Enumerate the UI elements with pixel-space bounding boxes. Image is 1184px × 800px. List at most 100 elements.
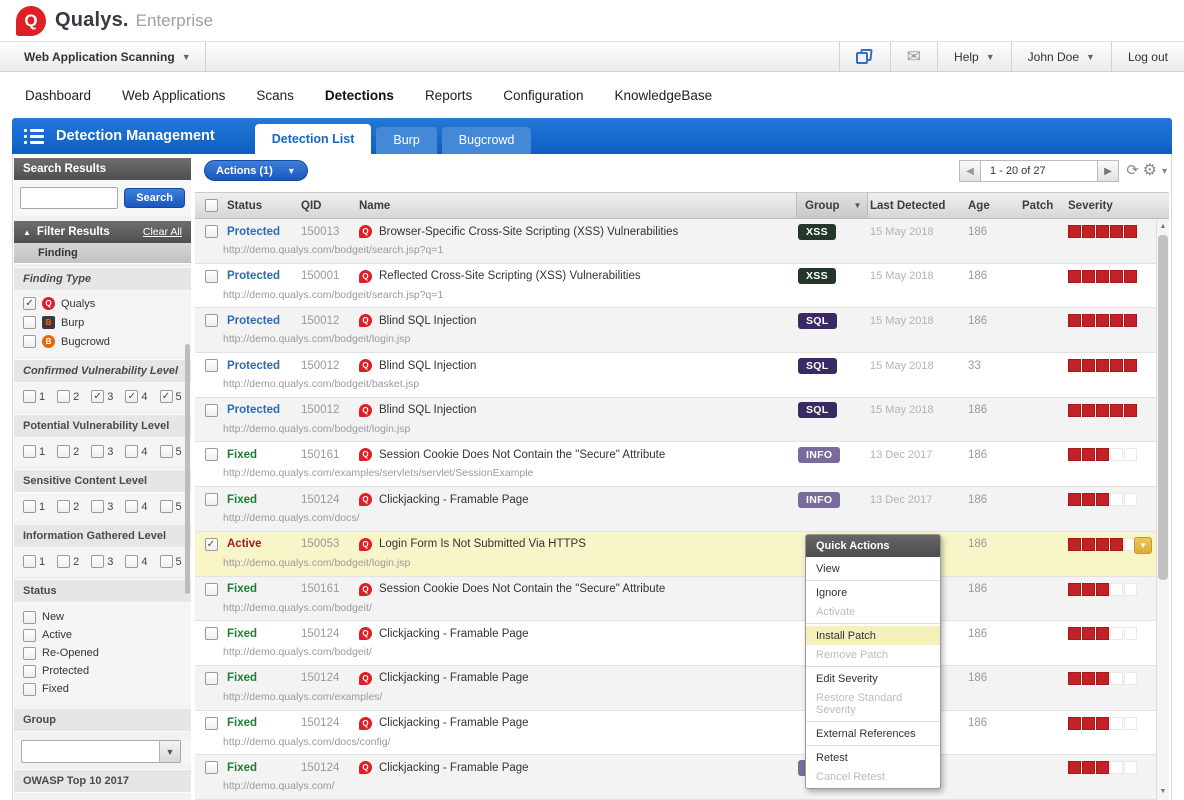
checkbox-level-1[interactable] xyxy=(23,500,36,513)
nav-item-dashboard[interactable]: Dashboard xyxy=(25,88,91,103)
group-select[interactable]: ▼ xyxy=(21,740,181,763)
col-age[interactable]: Age xyxy=(966,200,1020,212)
table-row[interactable]: Fixed150124QClickjacking - Framable Page… xyxy=(195,755,1156,800)
checkbox-level-5[interactable] xyxy=(160,445,173,458)
col-status[interactable]: Status xyxy=(225,200,299,212)
checkbox-level-2[interactable] xyxy=(57,555,70,568)
table-row[interactable]: Fixed150161QSession Cookie Does Not Cont… xyxy=(195,577,1156,622)
checkbox-level-2[interactable] xyxy=(57,500,70,513)
table-row[interactable]: Fixed150161QSession Cookie Does Not Cont… xyxy=(195,442,1156,487)
checkbox-fixed[interactable] xyxy=(23,683,36,696)
col-patch[interactable]: Patch xyxy=(1020,200,1066,212)
tab-burp[interactable]: Burp xyxy=(376,127,436,154)
search-button[interactable]: Search xyxy=(124,188,185,208)
refresh-icon[interactable]: ⟳ xyxy=(1126,161,1139,181)
apps-switcher-button[interactable] xyxy=(839,42,890,71)
scroll-up-icon[interactable]: ▲ xyxy=(1157,219,1169,233)
next-page-button[interactable]: ▶ xyxy=(1097,160,1119,182)
checkbox-new[interactable] xyxy=(23,611,36,624)
checkbox-protected[interactable] xyxy=(23,665,36,678)
gear-icon[interactable]: ⚙ xyxy=(1143,161,1157,181)
checkbox-level-5[interactable] xyxy=(160,555,173,568)
col-name[interactable]: Name xyxy=(357,200,796,212)
row-checkbox[interactable] xyxy=(205,404,218,417)
row-name[interactable]: Login Form Is Not Submitted Via HTTPS xyxy=(379,538,586,550)
checkbox-level-1[interactable] xyxy=(23,555,36,568)
checkbox-level-1[interactable] xyxy=(23,390,36,403)
prev-page-button[interactable]: ◀ xyxy=(959,160,981,182)
checkbox-level-5[interactable] xyxy=(160,390,173,403)
chevron-down-icon[interactable]: ▼ xyxy=(1160,161,1169,181)
nav-item-scans[interactable]: Scans xyxy=(256,88,294,103)
sidebar-scrollbar-thumb[interactable] xyxy=(185,344,190,594)
table-scrollbar[interactable]: ▲ ▼ xyxy=(1156,219,1169,800)
row-checkbox[interactable] xyxy=(205,761,218,774)
row-checkbox[interactable] xyxy=(205,627,218,640)
scroll-down-icon[interactable]: ▼ xyxy=(1157,784,1169,798)
checkbox-burp[interactable] xyxy=(23,316,36,329)
select-all-checkbox[interactable] xyxy=(205,199,218,212)
row-checkbox[interactable] xyxy=(205,270,218,283)
row-checkbox[interactable] xyxy=(205,359,218,372)
checkbox-level-4[interactable] xyxy=(125,445,138,458)
nav-item-knowledgebase[interactable]: KnowledgeBase xyxy=(615,88,713,103)
checkbox-re-opened[interactable] xyxy=(23,647,36,660)
row-name[interactable]: Blind SQL Injection xyxy=(379,404,476,416)
scrollbar-thumb[interactable] xyxy=(1158,235,1168,580)
menu-item-install-patch[interactable]: Install Patch xyxy=(806,626,940,645)
table-row[interactable]: Fixed150124QClickjacking - Framable Page… xyxy=(195,711,1156,756)
table-row[interactable]: Fixed150124QClickjacking - Framable Page… xyxy=(195,666,1156,711)
row-name[interactable]: Clickjacking - Framable Page xyxy=(379,494,529,506)
nav-item-configuration[interactable]: Configuration xyxy=(503,88,583,103)
table-row[interactable]: Protected150012QBlind SQL InjectionSQL15… xyxy=(195,398,1156,443)
clear-all-link[interactable]: Clear All xyxy=(143,226,182,238)
tab-detection-list[interactable]: Detection List xyxy=(255,124,372,154)
menu-item-edit-severity[interactable]: Edit Severity xyxy=(806,669,940,688)
row-name[interactable]: Clickjacking - Framable Page xyxy=(379,717,529,729)
nav-item-detections[interactable]: Detections xyxy=(325,88,394,103)
menu-item-retest[interactable]: Retest xyxy=(806,748,940,767)
actions-button[interactable]: Actions (1) ▼ xyxy=(204,160,308,181)
col-qid[interactable]: QID xyxy=(299,200,357,212)
checkbox-level-3[interactable] xyxy=(91,500,104,513)
table-row[interactable]: Active150053QLogin Form Is Not Submitted… xyxy=(195,532,1156,577)
tab-bugcrowd[interactable]: Bugcrowd xyxy=(442,127,532,154)
row-checkbox[interactable] xyxy=(205,225,218,238)
checkbox-bugcrowd[interactable] xyxy=(23,335,36,348)
user-menu[interactable]: John Doe ▼ xyxy=(1011,42,1111,71)
table-row[interactable]: Protected150013QBrowser-Specific Cross-S… xyxy=(195,219,1156,264)
checkbox-level-3[interactable] xyxy=(91,445,104,458)
checkbox-active[interactable] xyxy=(23,629,36,642)
col-last-detected[interactable]: Last Detected xyxy=(868,200,966,212)
checkbox-level-4[interactable] xyxy=(125,555,138,568)
row-name[interactable]: Blind SQL Injection xyxy=(379,315,476,327)
row-name[interactable]: Clickjacking - Framable Page xyxy=(379,762,529,774)
checkbox-level-2[interactable] xyxy=(57,390,70,403)
row-checkbox[interactable] xyxy=(205,493,218,506)
row-checkbox[interactable] xyxy=(205,717,218,730)
help-menu[interactable]: Help ▼ xyxy=(937,42,1011,71)
table-row[interactable]: Protected150012QBlind SQL InjectionSQL15… xyxy=(195,308,1156,353)
row-checkbox[interactable] xyxy=(205,672,218,685)
col-group[interactable]: Group▼ xyxy=(796,193,868,218)
table-row[interactable]: Protected150012QBlind SQL InjectionSQL15… xyxy=(195,353,1156,398)
menu-item-view[interactable]: View xyxy=(806,559,940,578)
filter-results-header[interactable]: ▲ Filter Results Clear All xyxy=(14,221,191,243)
table-row[interactable]: Fixed150124QClickjacking - Framable Page… xyxy=(195,621,1156,666)
row-name[interactable]: Blind SQL Injection xyxy=(379,360,476,372)
col-severity[interactable]: Severity xyxy=(1066,200,1156,212)
row-name[interactable]: Browser-Specific Cross-Site Scripting (X… xyxy=(379,226,678,238)
nav-item-reports[interactable]: Reports xyxy=(425,88,472,103)
table-row[interactable]: Protected150001QReflected Cross-Site Scr… xyxy=(195,264,1156,309)
row-name[interactable]: Session Cookie Does Not Contain the "Sec… xyxy=(379,449,665,461)
menu-item-external-references[interactable]: External References xyxy=(806,724,940,743)
row-quick-actions-button[interactable]: ▼ xyxy=(1134,537,1152,554)
checkbox-level-4[interactable] xyxy=(125,500,138,513)
table-row[interactable]: Fixed150124QClickjacking - Framable Page… xyxy=(195,487,1156,532)
checkbox-level-4[interactable] xyxy=(125,390,138,403)
menu-item-ignore[interactable]: Ignore xyxy=(806,583,940,602)
app-selector[interactable]: Web Application Scanning ▼ xyxy=(0,42,206,71)
checkbox-level-2[interactable] xyxy=(57,445,70,458)
messages-button[interactable]: ✉ xyxy=(890,42,937,71)
row-checkbox[interactable] xyxy=(205,583,218,596)
